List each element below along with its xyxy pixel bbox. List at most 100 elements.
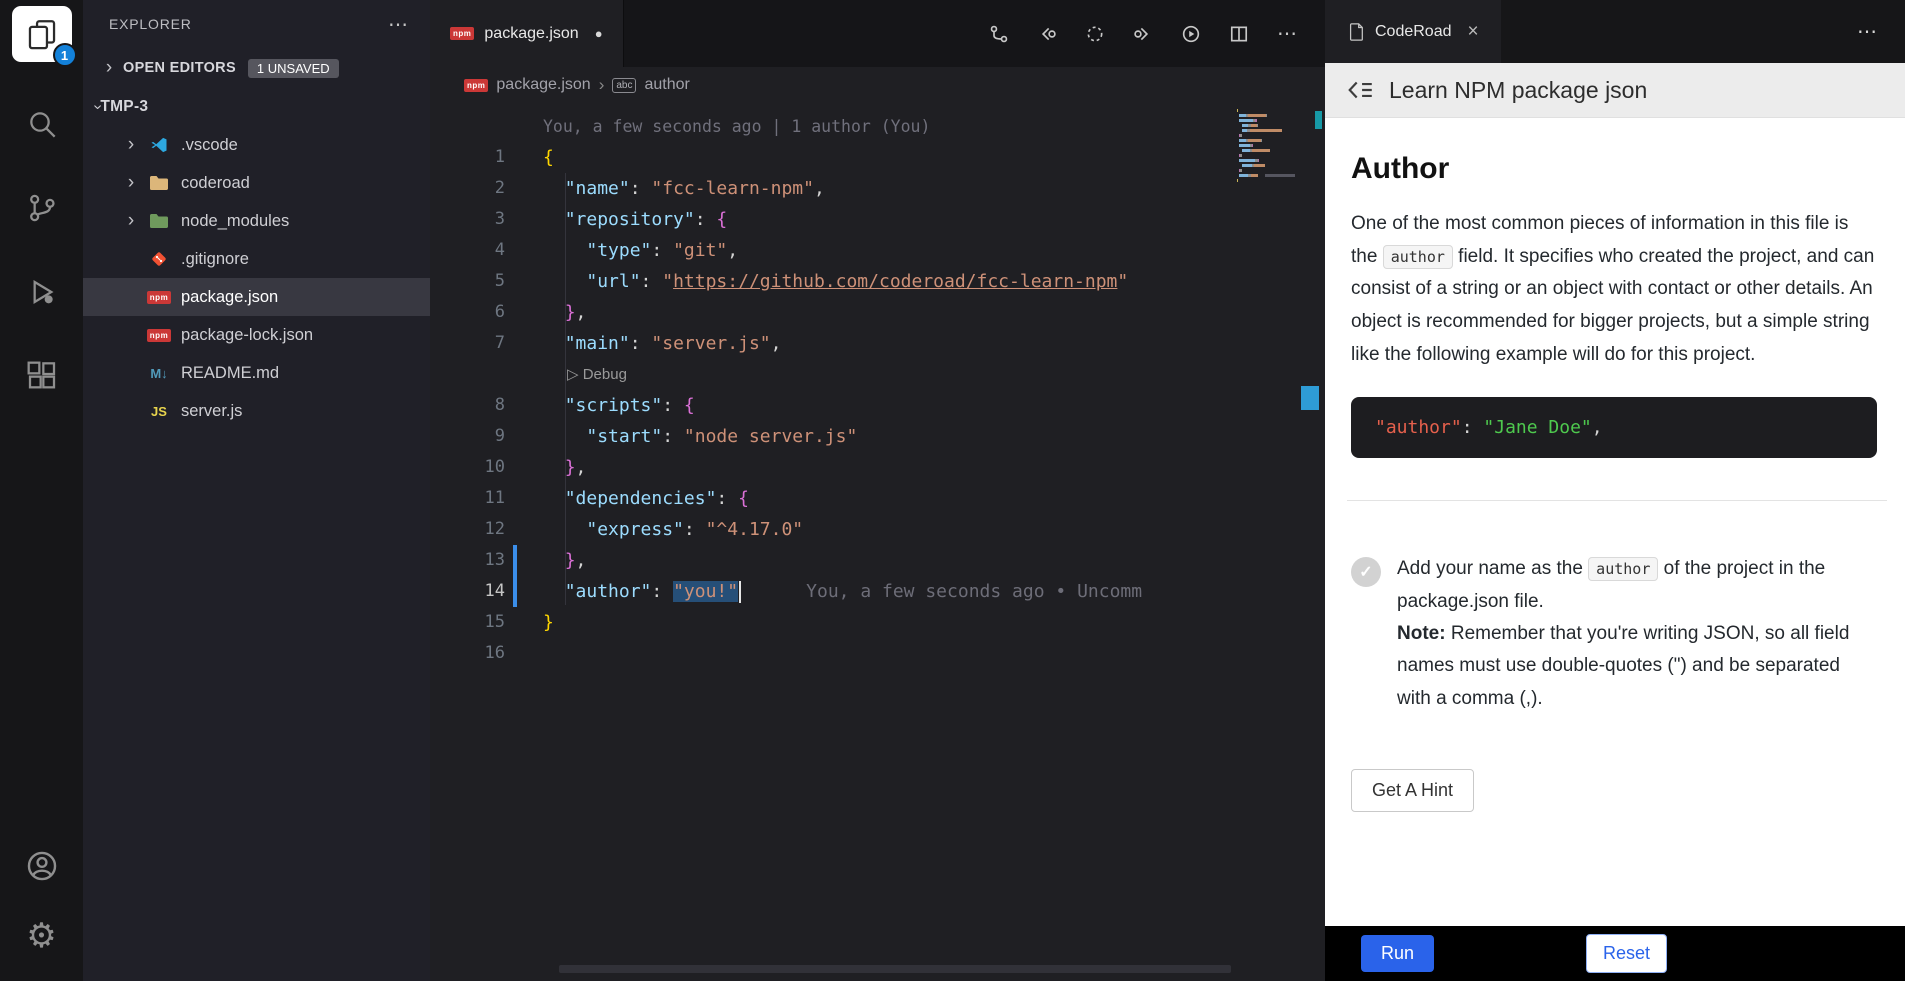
activity-item-source-control[interactable]	[0, 166, 83, 250]
sidebar-more-actions-icon[interactable]: ⋯	[388, 12, 410, 37]
file-tree: ›.vscode›coderoad › node_modules .gitignore…	[83, 126, 430, 981]
open-editors-section[interactable]: › OPEN EDITORS 1 UNSAVED	[83, 48, 430, 88]
file-package.json[interactable]: npmpackage.json	[83, 278, 430, 316]
code-line-16[interactable]: 16	[430, 638, 1325, 669]
file-.gitignore[interactable]: .gitignore	[83, 240, 430, 278]
section-heading: Author	[1351, 152, 1877, 186]
file-name: node_modules	[181, 212, 289, 231]
git-file-icon	[145, 250, 173, 268]
minimap-line	[1237, 149, 1309, 152]
activity-item-run-debug[interactable]	[0, 250, 83, 334]
file-.vscode[interactable]: ›.vscode	[83, 126, 430, 164]
line-number[interactable]: 5	[430, 266, 505, 297]
panel-tab-title: CodeRoad	[1375, 23, 1452, 41]
markdown-file-icon: M↓	[145, 366, 173, 381]
tab-package-json[interactable]: npm package.json ●	[430, 0, 624, 67]
minimap-line	[1237, 174, 1309, 177]
files-icon	[25, 17, 59, 51]
file-README.md[interactable]: M↓README.md	[83, 354, 430, 392]
tutorial-content: Author One of the most common pieces of …	[1325, 118, 1905, 926]
code-line-1[interactable]: 1{	[430, 142, 1325, 173]
explorer-badge: 1	[53, 43, 77, 67]
next-change-icon[interactable]	[1133, 24, 1153, 44]
run-button[interactable]: Run	[1361, 935, 1434, 972]
npm-file-icon: npm	[464, 79, 488, 92]
minimap-line	[1237, 184, 1309, 187]
npm-file-icon: npm	[145, 329, 173, 342]
breadcrumb-symbol[interactable]: author	[644, 76, 689, 94]
tab-coderoad[interactable]: CodeRoad ×	[1325, 0, 1501, 63]
run-code-icon[interactable]	[1181, 24, 1201, 44]
previous-change-icon[interactable]	[1037, 24, 1057, 44]
panel-more-actions-icon[interactable]: ⋯	[1857, 19, 1905, 44]
line-number[interactable]: 7	[430, 328, 505, 359]
blame-header-row: You, a few seconds ago | 1 author (You)	[430, 111, 1325, 142]
line-number[interactable]: 3	[430, 204, 505, 235]
close-icon[interactable]: ×	[1468, 21, 1479, 43]
breadcrumb-separator-icon: ›	[599, 75, 605, 95]
line-number[interactable]: 2	[430, 173, 505, 204]
workspace-root[interactable]: › TMP-3	[83, 88, 430, 126]
file-node_modules[interactable]: › node_modules	[83, 202, 430, 240]
activity-item-extensions[interactable]	[0, 334, 83, 418]
minimap-line	[1237, 139, 1309, 142]
minimap-line	[1237, 164, 1309, 167]
minimap-line	[1237, 159, 1309, 162]
sidebar-title: EXPLORER	[109, 16, 192, 32]
explorer-sidebar: EXPLORER ⋯ › OPEN EDITORS 1 UNSAVED › TM…	[83, 0, 430, 981]
split-editor-icon[interactable]	[1229, 24, 1249, 44]
minimap-line	[1237, 109, 1309, 112]
dirty-indicator-icon[interactable]: ●	[595, 26, 603, 41]
editor-more-actions-icon[interactable]: ⋯	[1277, 21, 1299, 46]
line-number[interactable]: 6	[430, 297, 505, 328]
example-code-block: "author": "Jane Doe",	[1351, 397, 1877, 458]
reset-button[interactable]: Reset	[1586, 934, 1667, 973]
webview-file-icon	[1347, 22, 1365, 42]
get-hint-button[interactable]: Get A Hint	[1351, 769, 1474, 812]
tab-title: package.json	[484, 25, 578, 43]
file-server.js[interactable]: JSserver.js	[83, 392, 430, 430]
task-text: Add your name as the author of the proje…	[1397, 553, 1877, 714]
activity-item-search[interactable]	[0, 82, 83, 166]
line-number[interactable]: 1	[430, 142, 505, 173]
npm-file-icon: npm	[450, 27, 474, 40]
editor-toolbar: ⋯	[989, 0, 1325, 67]
minimap-line	[1237, 134, 1309, 137]
line-number[interactable]: 13	[430, 545, 505, 576]
workspace-root-label: TMP-3	[100, 98, 148, 116]
file-name: package.json	[181, 288, 278, 307]
vscode-window: 1	[0, 0, 1905, 981]
section-paragraph: One of the most common pieces of informa…	[1351, 208, 1877, 371]
line-number[interactable]: 4	[430, 235, 505, 266]
activity-bar: 1	[0, 0, 83, 981]
file-name: coderoad	[181, 174, 250, 193]
source-control-icon	[26, 192, 58, 224]
chevron-right-icon: ›	[95, 57, 123, 79]
file-package-lock.json[interactable]: npmpackage-lock.json	[83, 316, 430, 354]
line-number[interactable]: 10	[430, 452, 505, 483]
line-number[interactable]: 9	[430, 421, 505, 452]
dashed-circle-icon[interactable]	[1085, 24, 1105, 44]
line-number[interactable]: 15	[430, 607, 505, 638]
tutorial-title: Learn NPM package json	[1389, 77, 1647, 104]
line-number[interactable]: 16	[430, 638, 505, 669]
minimap-line	[1237, 124, 1309, 127]
chevron-right-icon: ›	[117, 210, 145, 232]
code-line-15[interactable]: 15}	[430, 607, 1325, 638]
editor-group: npm package.json ●	[430, 0, 1325, 981]
back-to-menu-icon[interactable]	[1347, 78, 1375, 102]
line-number[interactable]: 14	[430, 576, 505, 607]
activity-item-explorer[interactable]: 1	[12, 6, 72, 62]
line-number[interactable]: 8	[430, 390, 505, 421]
minimap[interactable]	[1237, 105, 1309, 189]
code-editor[interactable]: You, a few seconds ago | 1 author (You) …	[430, 103, 1325, 981]
minimap-line	[1237, 129, 1309, 132]
file-coderoad[interactable]: ›coderoad	[83, 164, 430, 202]
git-compare-icon[interactable]	[989, 24, 1009, 44]
settings-gear-icon[interactable]: ⚙	[0, 901, 83, 971]
breadcrumb-file[interactable]: package.json	[496, 76, 590, 94]
line-number[interactable]: 11	[430, 483, 505, 514]
line-number[interactable]: 12	[430, 514, 505, 545]
horizontal-scrollbar[interactable]	[559, 965, 1231, 973]
accounts-icon[interactable]	[0, 831, 83, 901]
